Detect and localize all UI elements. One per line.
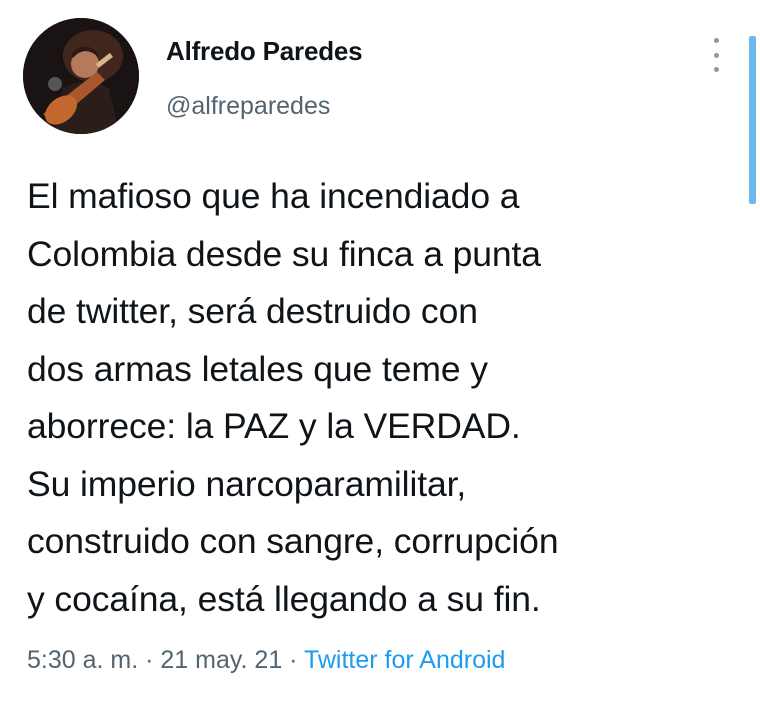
more-vertical-icon[interactable] xyxy=(706,38,726,72)
meta-separator: · xyxy=(138,646,161,674)
tweet-text: El mafioso que ha incendiado a Colombia … xyxy=(27,176,559,619)
more-dot xyxy=(713,52,719,58)
more-dot xyxy=(713,67,719,72)
tweet-date[interactable]: 21 may. 21 xyxy=(160,646,282,674)
avatar[interactable] xyxy=(23,18,139,134)
tweet-source-link[interactable]: Twitter for Android xyxy=(304,646,505,674)
tweet-time[interactable]: 5:30 a. m. xyxy=(27,646,138,674)
avatar-image xyxy=(23,18,139,134)
user-handle[interactable]: @alfreparedes xyxy=(166,92,330,121)
tweet-meta: 5:30 a. m. · 21 may. 21 · Twitter for An… xyxy=(27,646,505,675)
meta-separator: · xyxy=(282,646,304,674)
user-name[interactable]: Alfredo Paredes xyxy=(166,36,363,67)
more-dot xyxy=(713,38,719,43)
scrollbar[interactable] xyxy=(749,36,756,204)
